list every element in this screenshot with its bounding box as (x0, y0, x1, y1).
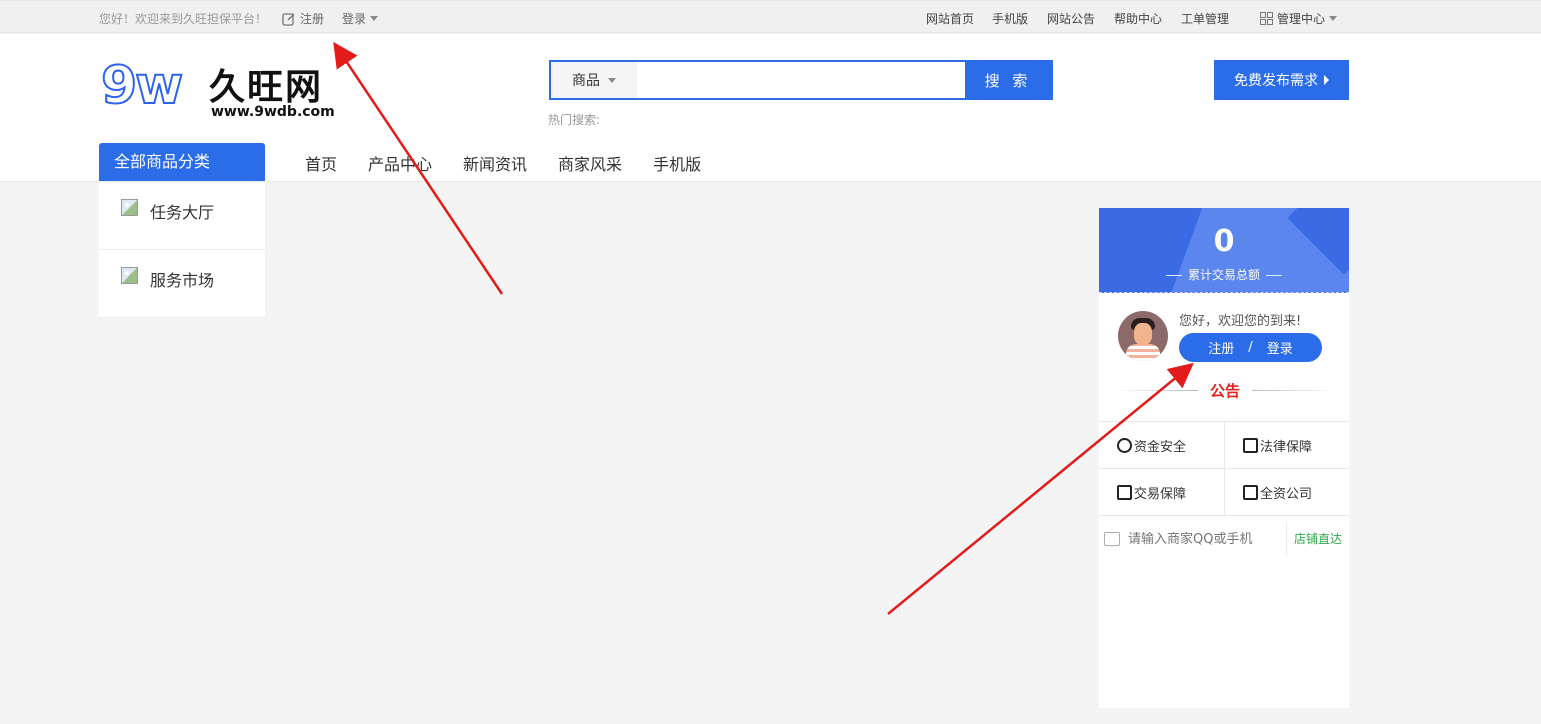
feature-label: 全资公司 (1260, 486, 1313, 502)
search-bar: 商品 搜 索 (549, 60, 1053, 100)
caret-right-icon (1324, 75, 1329, 85)
publish-demand-label: 免费发布需求 (1234, 73, 1318, 89)
nav-merchants[interactable]: 商家风采 (558, 151, 622, 175)
building-icon (1243, 484, 1258, 500)
chevron-down-icon (608, 77, 616, 83)
link-help-center[interactable]: 帮助中心 (1114, 10, 1162, 27)
transaction-total-banner: 0 累计交易总额 (1099, 208, 1349, 293)
register-label: 注册 (300, 12, 325, 26)
welcome-text: 您好！欢迎来到久旺担保平台！ (99, 12, 268, 26)
chevron-down-icon (1329, 16, 1338, 21)
separator: / (1248, 340, 1253, 355)
hot-search-label: 热门搜索: (548, 113, 601, 127)
document-icon (1243, 437, 1258, 453)
shop-search-input[interactable] (1128, 531, 1293, 547)
store-icon (1104, 532, 1120, 546)
nav-news[interactable]: 新闻资讯 (463, 151, 527, 175)
guarantee-grid: 资金安全 法律保障 交易保障 全资公司 (1099, 421, 1349, 516)
header: 9w 久旺网 www.9wdb.com 商品 搜 索 热门搜索: 免费发布需求 … (0, 34, 1541, 182)
divider (1252, 390, 1337, 391)
nav-products[interactable]: 产品中心 (368, 151, 432, 175)
feature-legal-protection[interactable]: 法律保障 (1224, 422, 1349, 468)
category-item-task-hall[interactable]: 任务大厅 (99, 182, 265, 250)
all-categories-tab[interactable]: 全部商品分类 (99, 143, 265, 181)
divider (1114, 390, 1198, 391)
link-site-home[interactable]: 网站首页 (926, 10, 974, 27)
user-panel: 0 累计交易总额 您好，欢迎您的到来! 注册 / 登录 公告 资金安全 法律保障 (1099, 208, 1349, 708)
feature-label: 交易保障 (1134, 486, 1187, 502)
grid-icon (1260, 12, 1273, 25)
login-label[interactable]: 登录 (1267, 338, 1293, 357)
broken-image-icon (121, 199, 138, 216)
category-item-service-market[interactable]: 服务市场 (99, 250, 265, 318)
transaction-total-value: 0 (1213, 224, 1235, 259)
shop-search: 店铺直达 (1099, 523, 1349, 555)
link-ticket-management[interactable]: 工单管理 (1181, 10, 1229, 27)
category-list: 任务大厅 服务市场 (99, 182, 265, 318)
manage-center-label: 管理中心 (1277, 12, 1326, 26)
search-category-select[interactable]: 商品 (551, 62, 637, 98)
logo-url: www.9wdb.com (211, 104, 335, 120)
login-label: 登录 (342, 12, 367, 26)
avatar (1118, 311, 1168, 361)
feature-fund-safety[interactable]: 资金安全 (1099, 422, 1224, 468)
edit-icon (282, 12, 295, 26)
notice-title[interactable]: 公告 (1210, 380, 1240, 401)
top-bar: 您好！欢迎来到久旺担保平台！ 注册 登录 网站首页 手机版 网站公告 帮助中心 … (0, 0, 1541, 33)
shop-direct-button[interactable]: 店铺直达 (1286, 523, 1342, 555)
link-announcements[interactable]: 网站公告 (1047, 10, 1095, 27)
login-dropdown[interactable]: 登录 (342, 10, 379, 27)
search-button[interactable]: 搜 索 (965, 62, 1051, 98)
link-mobile[interactable]: 手机版 (992, 10, 1028, 27)
transaction-total-label: 累计交易总额 (1099, 266, 1349, 283)
notice-header: 公告 (1114, 380, 1337, 401)
register-link[interactable]: 注册 (282, 10, 324, 27)
nav-mobile[interactable]: 手机版 (653, 151, 701, 175)
broken-image-icon (121, 267, 138, 284)
manage-center-dropdown[interactable]: 管理中心 (1260, 10, 1338, 27)
feature-trade-protection[interactable]: 交易保障 (1099, 469, 1224, 515)
publish-demand-button[interactable]: 免费发布需求 (1214, 60, 1349, 100)
logo-mark: 9w (100, 55, 184, 117)
greeting-text: 您好，欢迎您的到来! (1179, 314, 1302, 329)
category-label: 任务大厅 (150, 203, 215, 222)
site-logo[interactable]: 9w 久旺网 www.9wdb.com (100, 55, 351, 126)
coin-icon (1117, 437, 1132, 453)
feature-label: 法律保障 (1260, 439, 1313, 455)
nav-home[interactable]: 首页 (305, 151, 337, 175)
hammer-icon (1117, 484, 1132, 500)
main-nav: 首页 产品中心 新闻资讯 商家风采 手机版 (305, 151, 732, 175)
logo-name: 久旺网 (209, 67, 324, 108)
feature-wholly-owned-company[interactable]: 全资公司 (1224, 469, 1349, 515)
register-login-button[interactable]: 注册 / 登录 (1179, 333, 1322, 362)
category-label: 服务市场 (150, 271, 215, 290)
search-category-label: 商品 (572, 73, 600, 89)
feature-label: 资金安全 (1134, 439, 1187, 455)
chevron-down-icon (370, 16, 379, 21)
register-label[interactable]: 注册 (1208, 338, 1234, 357)
search-input[interactable] (637, 62, 965, 98)
